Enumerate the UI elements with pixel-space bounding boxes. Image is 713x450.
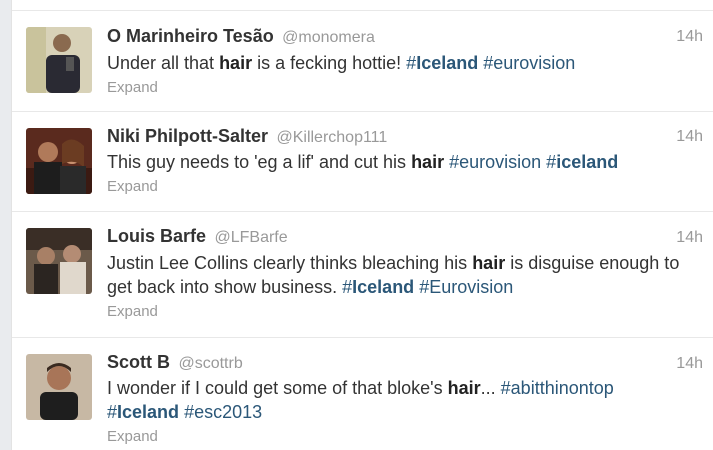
keyword-highlight: hair	[472, 253, 506, 273]
tweet-fullname[interactable]: Niki Philpott-Salter	[107, 126, 268, 146]
keyword-highlight: hair	[447, 378, 481, 398]
tweet-username[interactable]: @LFBarfe	[214, 229, 287, 246]
hashtag-symbol: #	[546, 152, 557, 172]
hashtag-symbol: #	[406, 53, 417, 73]
keyword-highlight: hair	[219, 53, 253, 73]
tweet-text: Justin Lee Collins clearly thinks bleach…	[107, 251, 702, 299]
tweet-timestamp[interactable]: 14h	[676, 28, 703, 46]
tweet-text: This guy needs to 'eg a lif' and cut his…	[107, 150, 707, 174]
text-segment: is a fecking hottie!	[252, 53, 407, 73]
text-segment: This guy needs to 'eg a lif' and cut his	[107, 152, 412, 172]
tweet-username[interactable]: @monomera	[282, 29, 375, 46]
tweet-item[interactable]: O Marinheiro Tesão @monomera 14h Under a…	[12, 10, 713, 112]
text-segment: I wonder if I could get some of that blo…	[107, 378, 448, 398]
tweet-fullname[interactable]: Louis Barfe	[107, 226, 206, 246]
hashtag-symbol: #	[342, 277, 353, 297]
hashtag-link[interactable]: #esc2013	[184, 402, 262, 422]
hashtag-link[interactable]: #abitthinontop	[501, 378, 614, 398]
expand-link[interactable]: Expand	[107, 303, 158, 320]
hashtag-keyword: Iceland	[416, 53, 479, 73]
tweet-text: I wonder if I could get some of that blo…	[107, 376, 667, 424]
tweet-username[interactable]: @Killerchop111	[276, 129, 387, 146]
expand-link[interactable]: Expand	[107, 428, 158, 445]
hashtag-link[interactable]: #Eurovision	[419, 277, 513, 297]
avatar[interactable]	[26, 354, 92, 420]
avatar[interactable]	[26, 228, 92, 294]
hashtag-link[interactable]: #iceland	[546, 152, 618, 172]
tweet-username[interactable]: @scottrb	[178, 355, 242, 372]
avatar[interactable]	[26, 128, 92, 194]
text-segment: Justin Lee Collins clearly thinks bleach…	[107, 253, 473, 273]
text-segment: ...	[480, 378, 501, 398]
tweet-item[interactable]: Louis Barfe @LFBarfe 14h Justin Lee Coll…	[12, 212, 713, 338]
hashtag-link[interactable]: #eurovision	[483, 53, 575, 73]
tweet-timestamp[interactable]: 14h	[676, 355, 703, 373]
text-segment: Under all that	[107, 53, 220, 73]
tweet-timestamp[interactable]: 14h	[676, 229, 703, 247]
hashtag-link[interactable]: #Iceland	[107, 402, 179, 422]
tweet-item[interactable]: Scott B @scottrb 14h I wonder if I could…	[12, 338, 713, 450]
hashtag-link[interactable]: #eurovision	[449, 152, 541, 172]
avatar[interactable]	[26, 27, 92, 93]
tweet-timestamp[interactable]: 14h	[676, 128, 703, 146]
hashtag-keyword: iceland	[556, 152, 619, 172]
hashtag-keyword: Iceland	[117, 402, 180, 422]
expand-link[interactable]: Expand	[107, 178, 158, 195]
tweet-text: Under all that hair is a fecking hottie!…	[107, 51, 707, 75]
hashtag-link[interactable]: #Iceland	[342, 277, 414, 297]
hashtag-symbol: #	[107, 402, 118, 422]
hashtag-link[interactable]: #Iceland	[406, 53, 478, 73]
tweet-stream: O Marinheiro Tesão @monomera 14h Under a…	[11, 0, 713, 450]
tweet-fullname[interactable]: O Marinheiro Tesão	[107, 26, 274, 46]
tweet-item[interactable]: Niki Philpott-Salter @Killerchop111 14h …	[12, 112, 713, 212]
expand-link[interactable]: Expand	[107, 79, 158, 96]
hashtag-keyword: Iceland	[352, 277, 415, 297]
keyword-highlight: hair	[411, 152, 445, 172]
tweet-fullname[interactable]: Scott B	[107, 352, 170, 372]
